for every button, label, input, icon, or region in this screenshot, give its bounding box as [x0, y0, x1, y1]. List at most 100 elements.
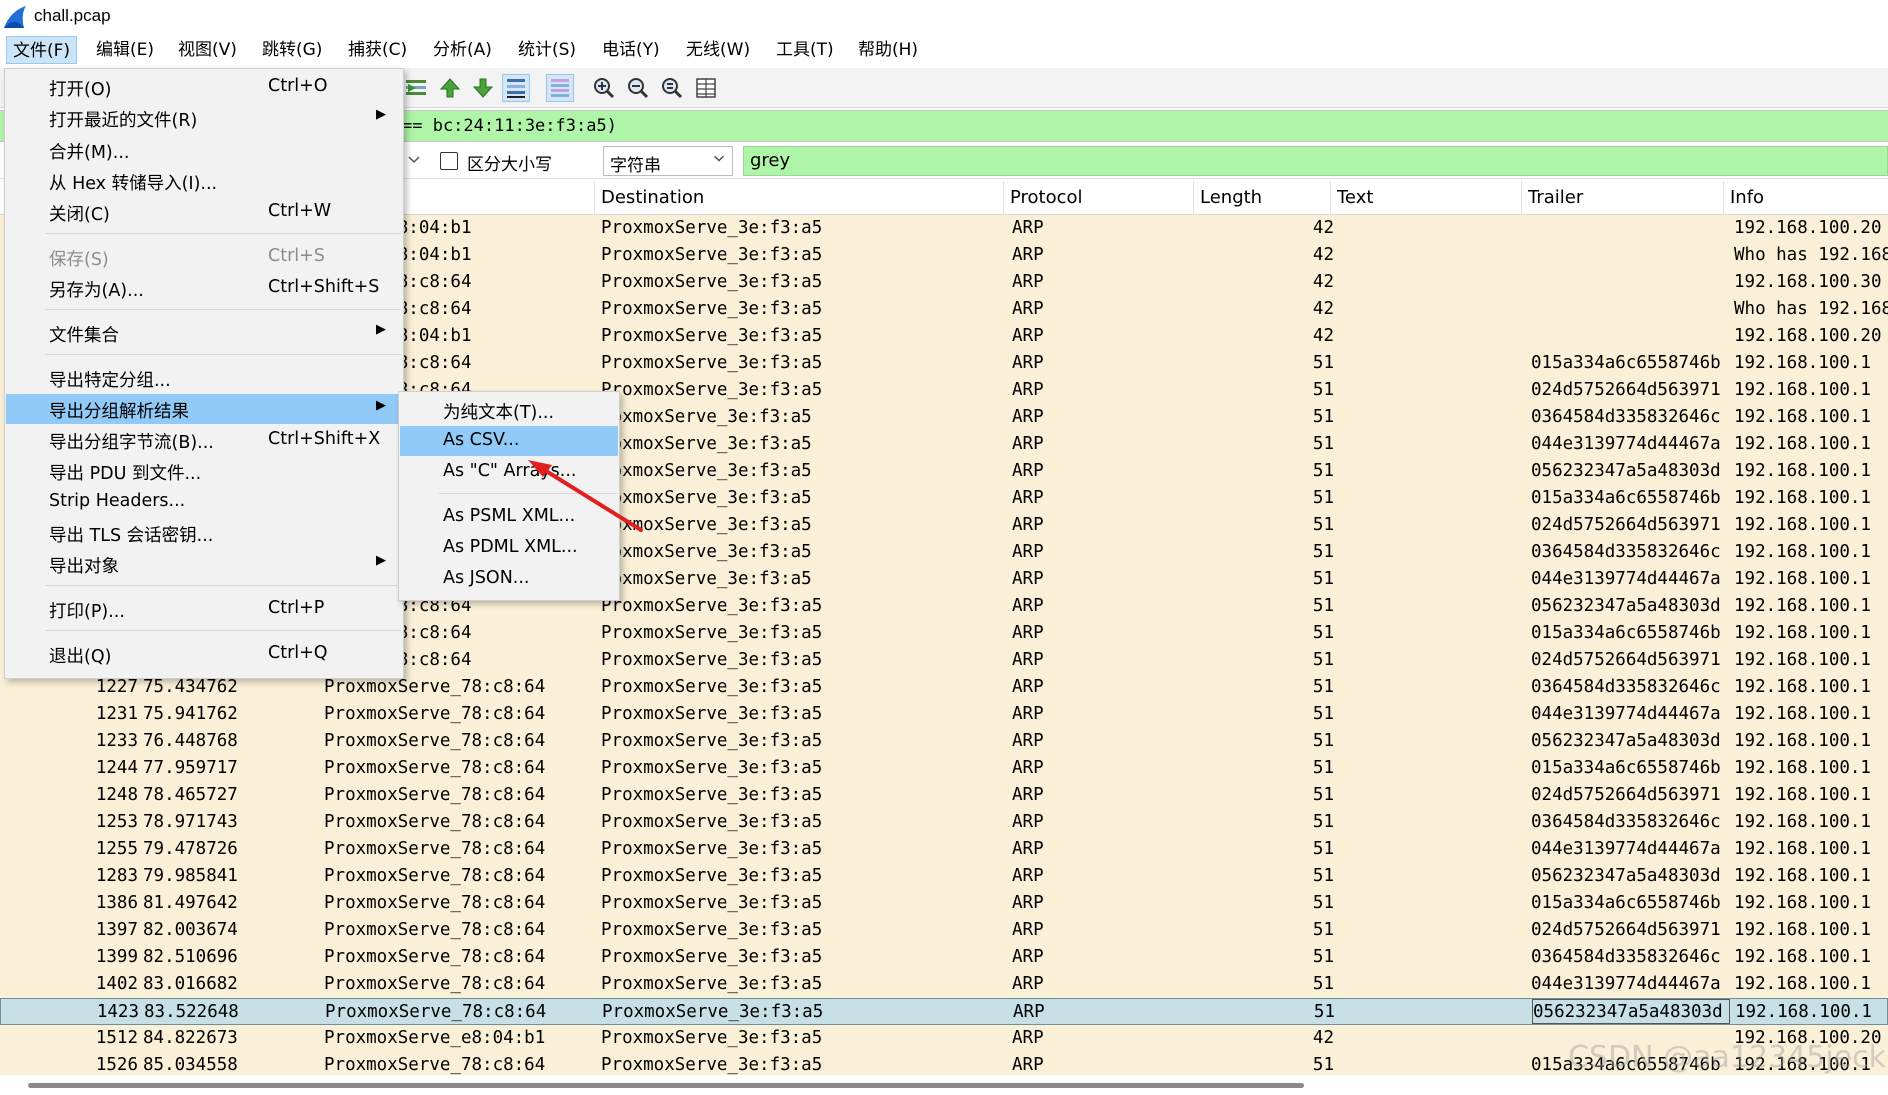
cell-info: 192.168.100.1: [1734, 785, 1871, 805]
menu-item-file-set[interactable]: 文件集合 ▶: [6, 318, 402, 348]
menu-analyze[interactable]: 分析(A): [427, 36, 498, 64]
menu-telephony[interactable]: 电话(Y): [596, 36, 666, 64]
menu-wireless[interactable]: 无线(W): [680, 36, 756, 64]
cell-trailer: 015a334a6c6558746b: [1531, 758, 1721, 778]
menu-help[interactable]: 帮助(H): [852, 36, 924, 64]
cell-protocol: ARP: [1012, 731, 1044, 751]
menu-item-save: 保存(S) Ctrl+S: [49, 246, 325, 270]
colorize-icon[interactable]: [546, 74, 574, 102]
submenu-item-c-arrays[interactable]: As "C" Arrays...: [400, 457, 618, 487]
cell-info: 192.168.100.1: [1734, 731, 1871, 751]
cell-protocol: ARP: [1012, 596, 1044, 616]
column-text[interactable]: Text: [1330, 181, 1521, 215]
cell-trailer: 056232347a5a48303d: [1531, 731, 1721, 751]
table-row[interactable]: 1255 79.478726 ProxmoxServe_78:c8:64 Proxmo…: [0, 836, 1888, 863]
submenu-item-plain-text[interactable]: 为纯文本(T)...: [400, 395, 618, 425]
zoom-in-icon[interactable]: [590, 74, 618, 102]
menu-item-export-pdu[interactable]: 导出 PDU 到文件...: [6, 456, 402, 486]
cell-trailer: 044e3139774d44467a: [1531, 839, 1721, 859]
menu-go[interactable]: 跳转(G): [256, 36, 328, 64]
horizontal-scrollbar[interactable]: [0, 1075, 1888, 1095]
cell-length: 51: [1312, 947, 1334, 967]
menu-item-export-dissections[interactable]: 导出分组解析结果 ▶: [6, 394, 402, 424]
cell-info: 192.168.100.1: [1734, 893, 1871, 913]
go-first-icon[interactable]: [436, 74, 464, 102]
column-trailer[interactable]: Trailer: [1521, 181, 1723, 215]
column-length[interactable]: Length: [1193, 181, 1330, 215]
submenu-item-csv[interactable]: As CSV...: [400, 426, 618, 456]
cell-protocol: ARP: [1012, 650, 1044, 670]
cell-info: 192.168.100.1: [1734, 974, 1871, 994]
chevron-down-icon[interactable]: [406, 151, 426, 171]
menu-statistics[interactable]: 统计(S): [512, 36, 582, 64]
submenu-item-psml[interactable]: As PSML XML...: [400, 502, 618, 532]
table-row[interactable]: 1402 83.016682 ProxmoxServe_78:c8:64 Proxmo…: [0, 971, 1888, 998]
cell-destination: ProxmoxServe_3e:f3:a5: [601, 677, 823, 697]
menu-separator: [439, 493, 617, 494]
table-row[interactable]: 1248 78.465727 ProxmoxServe_78:c8:64 Proxmo…: [0, 782, 1888, 809]
menu-edit[interactable]: 编辑(E): [90, 36, 160, 64]
menu-item-print[interactable]: 打印(P)... Ctrl+P: [6, 594, 402, 624]
zoom-reset-icon[interactable]: [658, 74, 686, 102]
menu-view[interactable]: 视图(V): [172, 36, 243, 64]
menu-file[interactable]: 文件(F): [6, 36, 78, 64]
cell-length: 51: [1312, 839, 1334, 859]
menu-capture[interactable]: 捕获(C): [342, 36, 413, 64]
menu-item-save-as[interactable]: 另存为(A)... Ctrl+Shift+S: [6, 273, 402, 303]
table-row[interactable]: 1386 81.497642 ProxmoxServe_78:c8:64 Proxmo…: [0, 890, 1888, 917]
menu-item-export-bytes[interactable]: 导出分组字节流(B)... Ctrl+Shift+X: [6, 425, 402, 455]
scrollbar-thumb[interactable]: [28, 1083, 1304, 1088]
menu-item-import-hex[interactable]: 从 Hex 转储导入(I)...: [6, 166, 402, 196]
display-filter-text[interactable]: == bc:24:11:3e:f3:a5): [402, 116, 617, 136]
column-destination[interactable]: Destination: [594, 181, 1002, 215]
cell-info: 192.168.100.30: [1734, 272, 1882, 292]
table-row[interactable]: 1253 78.971743 ProxmoxServe_78:c8:64 Proxmo…: [0, 809, 1888, 836]
table-row[interactable]: 1244 77.959717 ProxmoxServe_78:c8:64 Proxmo…: [0, 755, 1888, 782]
cell-destination: roxmoxServe_3e:f3:a5: [601, 488, 812, 508]
menu-item-export-tls-keys[interactable]: 导出 TLS 会话密钥...: [6, 518, 402, 548]
cell-length: 51: [1312, 893, 1334, 913]
cell-time: 83.016682: [143, 974, 238, 994]
cell-info: 192.168.100.1: [1734, 947, 1871, 967]
cell-time: 75.941762: [143, 704, 238, 724]
cell-protocol: ARP: [1012, 623, 1044, 643]
cell-length: 51: [1312, 920, 1334, 940]
case-sensitive-checkbox[interactable]: [440, 152, 458, 170]
menu-item-strip-headers[interactable]: Strip Headers...: [6, 487, 402, 517]
column-info[interactable]: Info: [1723, 181, 1888, 215]
cell-destination: ProxmoxServe_3e:f3:a5: [602, 1002, 824, 1022]
menu-item-open[interactable]: 打开(O) Ctrl+O: [6, 72, 402, 102]
menu-tools[interactable]: 工具(T): [770, 36, 840, 64]
autoscroll-icon[interactable]: [502, 74, 530, 102]
menu-item-open-recent[interactable]: 打开最近的文件(R) ▶: [6, 103, 402, 133]
table-row[interactable]: 1283 79.985841 ProxmoxServe_78:c8:64 Proxmo…: [0, 863, 1888, 890]
search-input[interactable]: grey: [743, 146, 1888, 176]
cell-source: ProxmoxServe_78:c8:64: [324, 758, 546, 778]
cell-trailer: 044e3139774d44467a: [1531, 434, 1721, 454]
cell-number: 1255: [95, 839, 138, 859]
menu-item-quit[interactable]: 退出(Q) Ctrl+Q: [6, 639, 402, 669]
cell-info: 192.168.100.1: [1734, 758, 1871, 778]
submenu-item-pdml[interactable]: As PDML XML...: [400, 533, 618, 563]
column-protocol[interactable]: Protocol: [1003, 181, 1193, 215]
cell-length: 42: [1312, 326, 1334, 346]
cell-number: 1512: [95, 1028, 138, 1048]
submenu-item-json[interactable]: As JSON...: [400, 564, 618, 594]
menu-item-merge[interactable]: 合并(M)...: [6, 135, 402, 165]
menu-item-export-specified[interactable]: 导出特定分组...: [6, 363, 402, 393]
menu-item-close[interactable]: 关闭(C) Ctrl+W: [6, 197, 402, 227]
table-row[interactable]: 1399 82.510696 ProxmoxServe_78:c8:64 Proxmo…: [0, 944, 1888, 971]
table-row[interactable]: 1231 75.941762 ProxmoxServe_78:c8:64 Proxmo…: [0, 701, 1888, 728]
go-last-icon[interactable]: [469, 74, 497, 102]
menu-item-export-objects[interactable]: 导出对象 ▶: [6, 549, 402, 579]
table-row[interactable]: 1423 83.522648 ProxmoxServe_78:c8:64 Proxmo…: [0, 998, 1888, 1025]
resize-columns-icon[interactable]: [692, 74, 720, 102]
search-type-select[interactable]: 字符串: [603, 146, 733, 176]
zoom-out-icon[interactable]: [624, 74, 652, 102]
cell-info: 192.168.100.1: [1734, 407, 1871, 427]
cell-trailer: 015a334a6c6558746b: [1531, 893, 1721, 913]
table-row[interactable]: 1233 76.448768 ProxmoxServe_78:c8:64 Proxmo…: [0, 728, 1888, 755]
table-row[interactable]: 1397 82.003674 ProxmoxServe_78:c8:64 Proxmo…: [0, 917, 1888, 944]
cell-trailer: 024d5752664d563971: [1531, 785, 1721, 805]
go-to-packet-icon[interactable]: [402, 74, 430, 102]
